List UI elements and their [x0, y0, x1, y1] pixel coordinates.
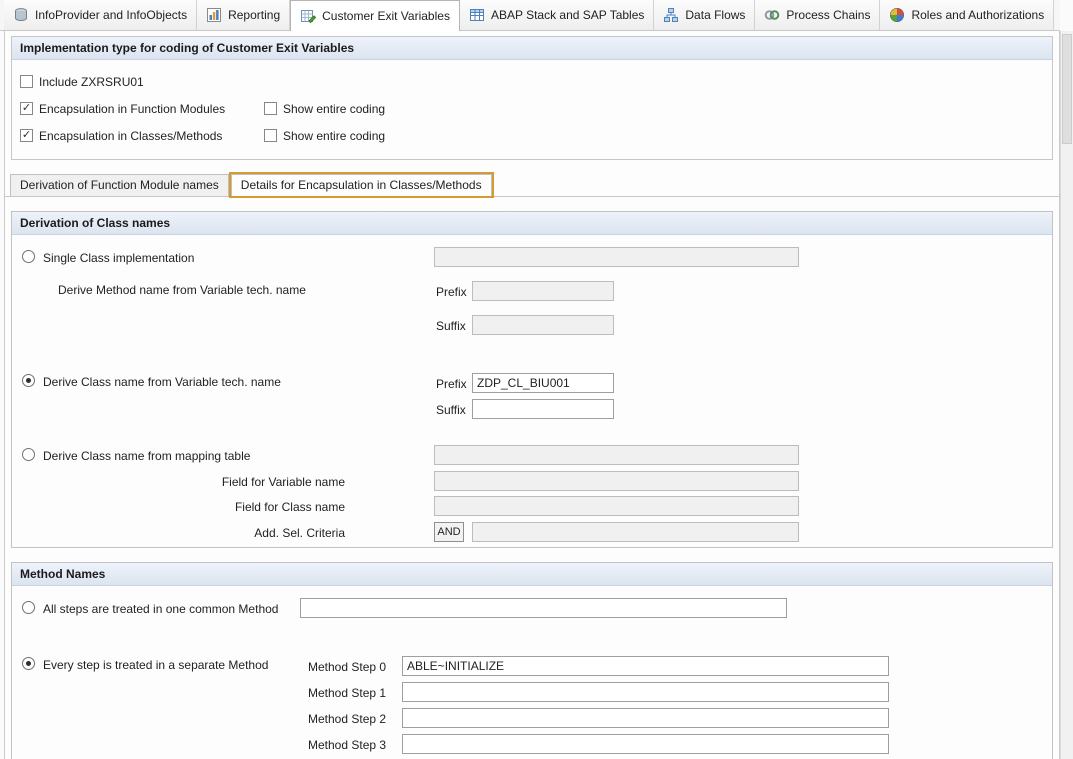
derive-method-prefix-label: Prefix	[436, 285, 467, 299]
subtab-label: Derivation of Function Module names	[20, 178, 219, 192]
method-step-1-label: Method Step 1	[308, 686, 386, 700]
single-class-label: Single Class implementation	[43, 251, 194, 265]
encapsulation-classes-methods-label: Encapsulation in Classes/Methods	[39, 129, 222, 143]
reporting-icon	[206, 7, 222, 23]
derivation-of-class-names-header: Derivation of Class names	[12, 212, 1052, 235]
tab-customer-exit-variables[interactable]: Customer Exit Variables	[290, 0, 460, 31]
derive-method-name-label: Derive Method name from Variable tech. n…	[58, 283, 306, 297]
subtab-details-encapsulation-classes-methods[interactable]: Details for Encapsulation in Classes/Met…	[231, 174, 492, 196]
infoprovider-icon	[13, 7, 29, 23]
subtab-derivation-function-module-names[interactable]: Derivation of Function Module names	[10, 174, 229, 196]
derive-class-suffix-input[interactable]	[472, 399, 614, 419]
include-zxrsru01-row: Include ZXRSRU01	[20, 68, 1044, 95]
customer-exit-variables-icon	[300, 8, 316, 24]
single-class-radio[interactable]	[22, 250, 35, 263]
implementation-type-body: Include ZXRSRU01 Encapsulation in Functi…	[12, 60, 1052, 159]
method-step-3-label: Method Step 3	[308, 738, 386, 752]
encapsulation-function-modules-label: Encapsulation in Function Modules	[39, 102, 225, 116]
vertical-scrollbar[interactable]	[1060, 31, 1073, 759]
tab-roles-and-authorizations[interactable]: Roles and Authorizations	[880, 0, 1054, 30]
show-entire-coding-cm-label: Show entire coding	[283, 129, 385, 143]
field-for-class-name-label: Field for Class name	[112, 500, 345, 514]
roles-authorizations-icon	[889, 7, 905, 23]
add-sel-criteria-label: Add. Sel. Criteria	[112, 526, 345, 540]
tab-abap-stack-and-sap-tables[interactable]: ABAP Stack and SAP Tables	[460, 0, 654, 30]
common-method-label: All steps are treated in one common Meth…	[43, 602, 278, 616]
field-for-class-name-input	[434, 496, 799, 516]
method-step-2-input[interactable]	[402, 708, 889, 728]
single-class-input	[434, 247, 799, 267]
encapsulation-function-modules-row: Encapsulation in Function Modules Show e…	[20, 95, 1044, 122]
method-step-3-input[interactable]	[402, 734, 889, 754]
tab-label: Roles and Authorizations	[911, 8, 1044, 22]
show-entire-coding-fm-label: Show entire coding	[283, 102, 385, 116]
detail-subtab-strip: Derivation of Function Module names Deta…	[5, 173, 1059, 197]
mapping-table-label: Derive Class name from mapping table	[43, 449, 250, 463]
tab-process-chains[interactable]: Process Chains	[755, 0, 880, 30]
add-sel-criteria-input	[472, 522, 799, 542]
implementation-type-section: Implementation type for coding of Custom…	[11, 36, 1053, 160]
tab-label: InfoProvider and InfoObjects	[35, 8, 187, 22]
tab-reporting[interactable]: Reporting	[197, 0, 290, 30]
field-for-variable-name-input	[434, 471, 799, 491]
scrollbar-thumb[interactable]	[1062, 34, 1072, 144]
derive-method-suffix-input	[472, 315, 614, 335]
method-step-0-input[interactable]	[402, 656, 889, 676]
tab-content-panel: Implementation type for coding of Custom…	[4, 31, 1060, 759]
common-method-input[interactable]	[300, 598, 787, 618]
mapping-table-input	[434, 445, 799, 465]
data-flows-icon	[663, 7, 679, 23]
method-step-0-label: Method Step 0	[308, 660, 386, 674]
derive-class-label: Derive Class name from Variable tech. na…	[43, 375, 281, 389]
sap-tables-icon	[469, 7, 485, 23]
separate-method-label: Every step is treated in a separate Meth…	[43, 658, 268, 672]
separate-method-radio[interactable]	[22, 657, 35, 670]
main-tabbar: InfoProvider and InfoObjects Reporting	[0, 0, 1060, 31]
implementation-type-header: Implementation type for coding of Custom…	[12, 37, 1052, 60]
method-step-1-input[interactable]	[402, 682, 889, 702]
derive-class-radio[interactable]	[22, 374, 35, 387]
tab-label: Customer Exit Variables	[322, 9, 450, 23]
derive-class-prefix-input[interactable]	[472, 373, 614, 393]
tab-label: Data Flows	[685, 8, 745, 22]
include-zxrsru01-label: Include ZXRSRU01	[39, 75, 144, 89]
tab-label: ABAP Stack and SAP Tables	[491, 8, 644, 22]
derivation-of-class-names-groupbox: Derivation of Class names Single Class i…	[11, 211, 1053, 548]
common-method-radio[interactable]	[22, 601, 35, 614]
derive-method-prefix-input	[472, 281, 614, 301]
encapsulation-classes-methods-row: Encapsulation in Classes/Methods Show en…	[20, 122, 1044, 149]
add-sel-criteria-operator-button[interactable]: AND	[434, 522, 464, 542]
encapsulation-function-modules-checkbox[interactable]	[20, 102, 33, 115]
derive-class-prefix-label: Prefix	[436, 377, 467, 391]
show-entire-coding-fm-checkbox[interactable]	[264, 102, 277, 115]
method-names-header: Method Names	[12, 563, 1052, 586]
subtab-label: Details for Encapsulation in Classes/Met…	[241, 178, 482, 192]
method-names-body: All steps are treated in one common Meth…	[12, 586, 1052, 759]
derivation-of-class-names-body: Single Class implementation Derive Metho…	[12, 235, 1052, 547]
encapsulation-classes-methods-checkbox[interactable]	[20, 129, 33, 142]
app-window: InfoProvider and InfoObjects Reporting	[0, 0, 1073, 759]
show-entire-coding-cm-checkbox[interactable]	[264, 129, 277, 142]
field-for-variable-name-label: Field for Variable name	[112, 475, 345, 489]
tab-data-flows[interactable]: Data Flows	[654, 0, 755, 30]
tab-label: Process Chains	[786, 8, 870, 22]
method-step-2-label: Method Step 2	[308, 712, 386, 726]
method-names-groupbox: Method Names All steps are treated in on…	[11, 562, 1053, 759]
derive-class-suffix-label: Suffix	[436, 403, 466, 417]
include-zxrsru01-checkbox[interactable]	[20, 75, 33, 88]
tab-infoprovider-and-infoobjects[interactable]: InfoProvider and InfoObjects	[4, 0, 197, 30]
mapping-table-radio[interactable]	[22, 448, 35, 461]
derive-method-suffix-label: Suffix	[436, 319, 466, 333]
process-chains-icon	[764, 7, 780, 23]
tab-label: Reporting	[228, 8, 280, 22]
